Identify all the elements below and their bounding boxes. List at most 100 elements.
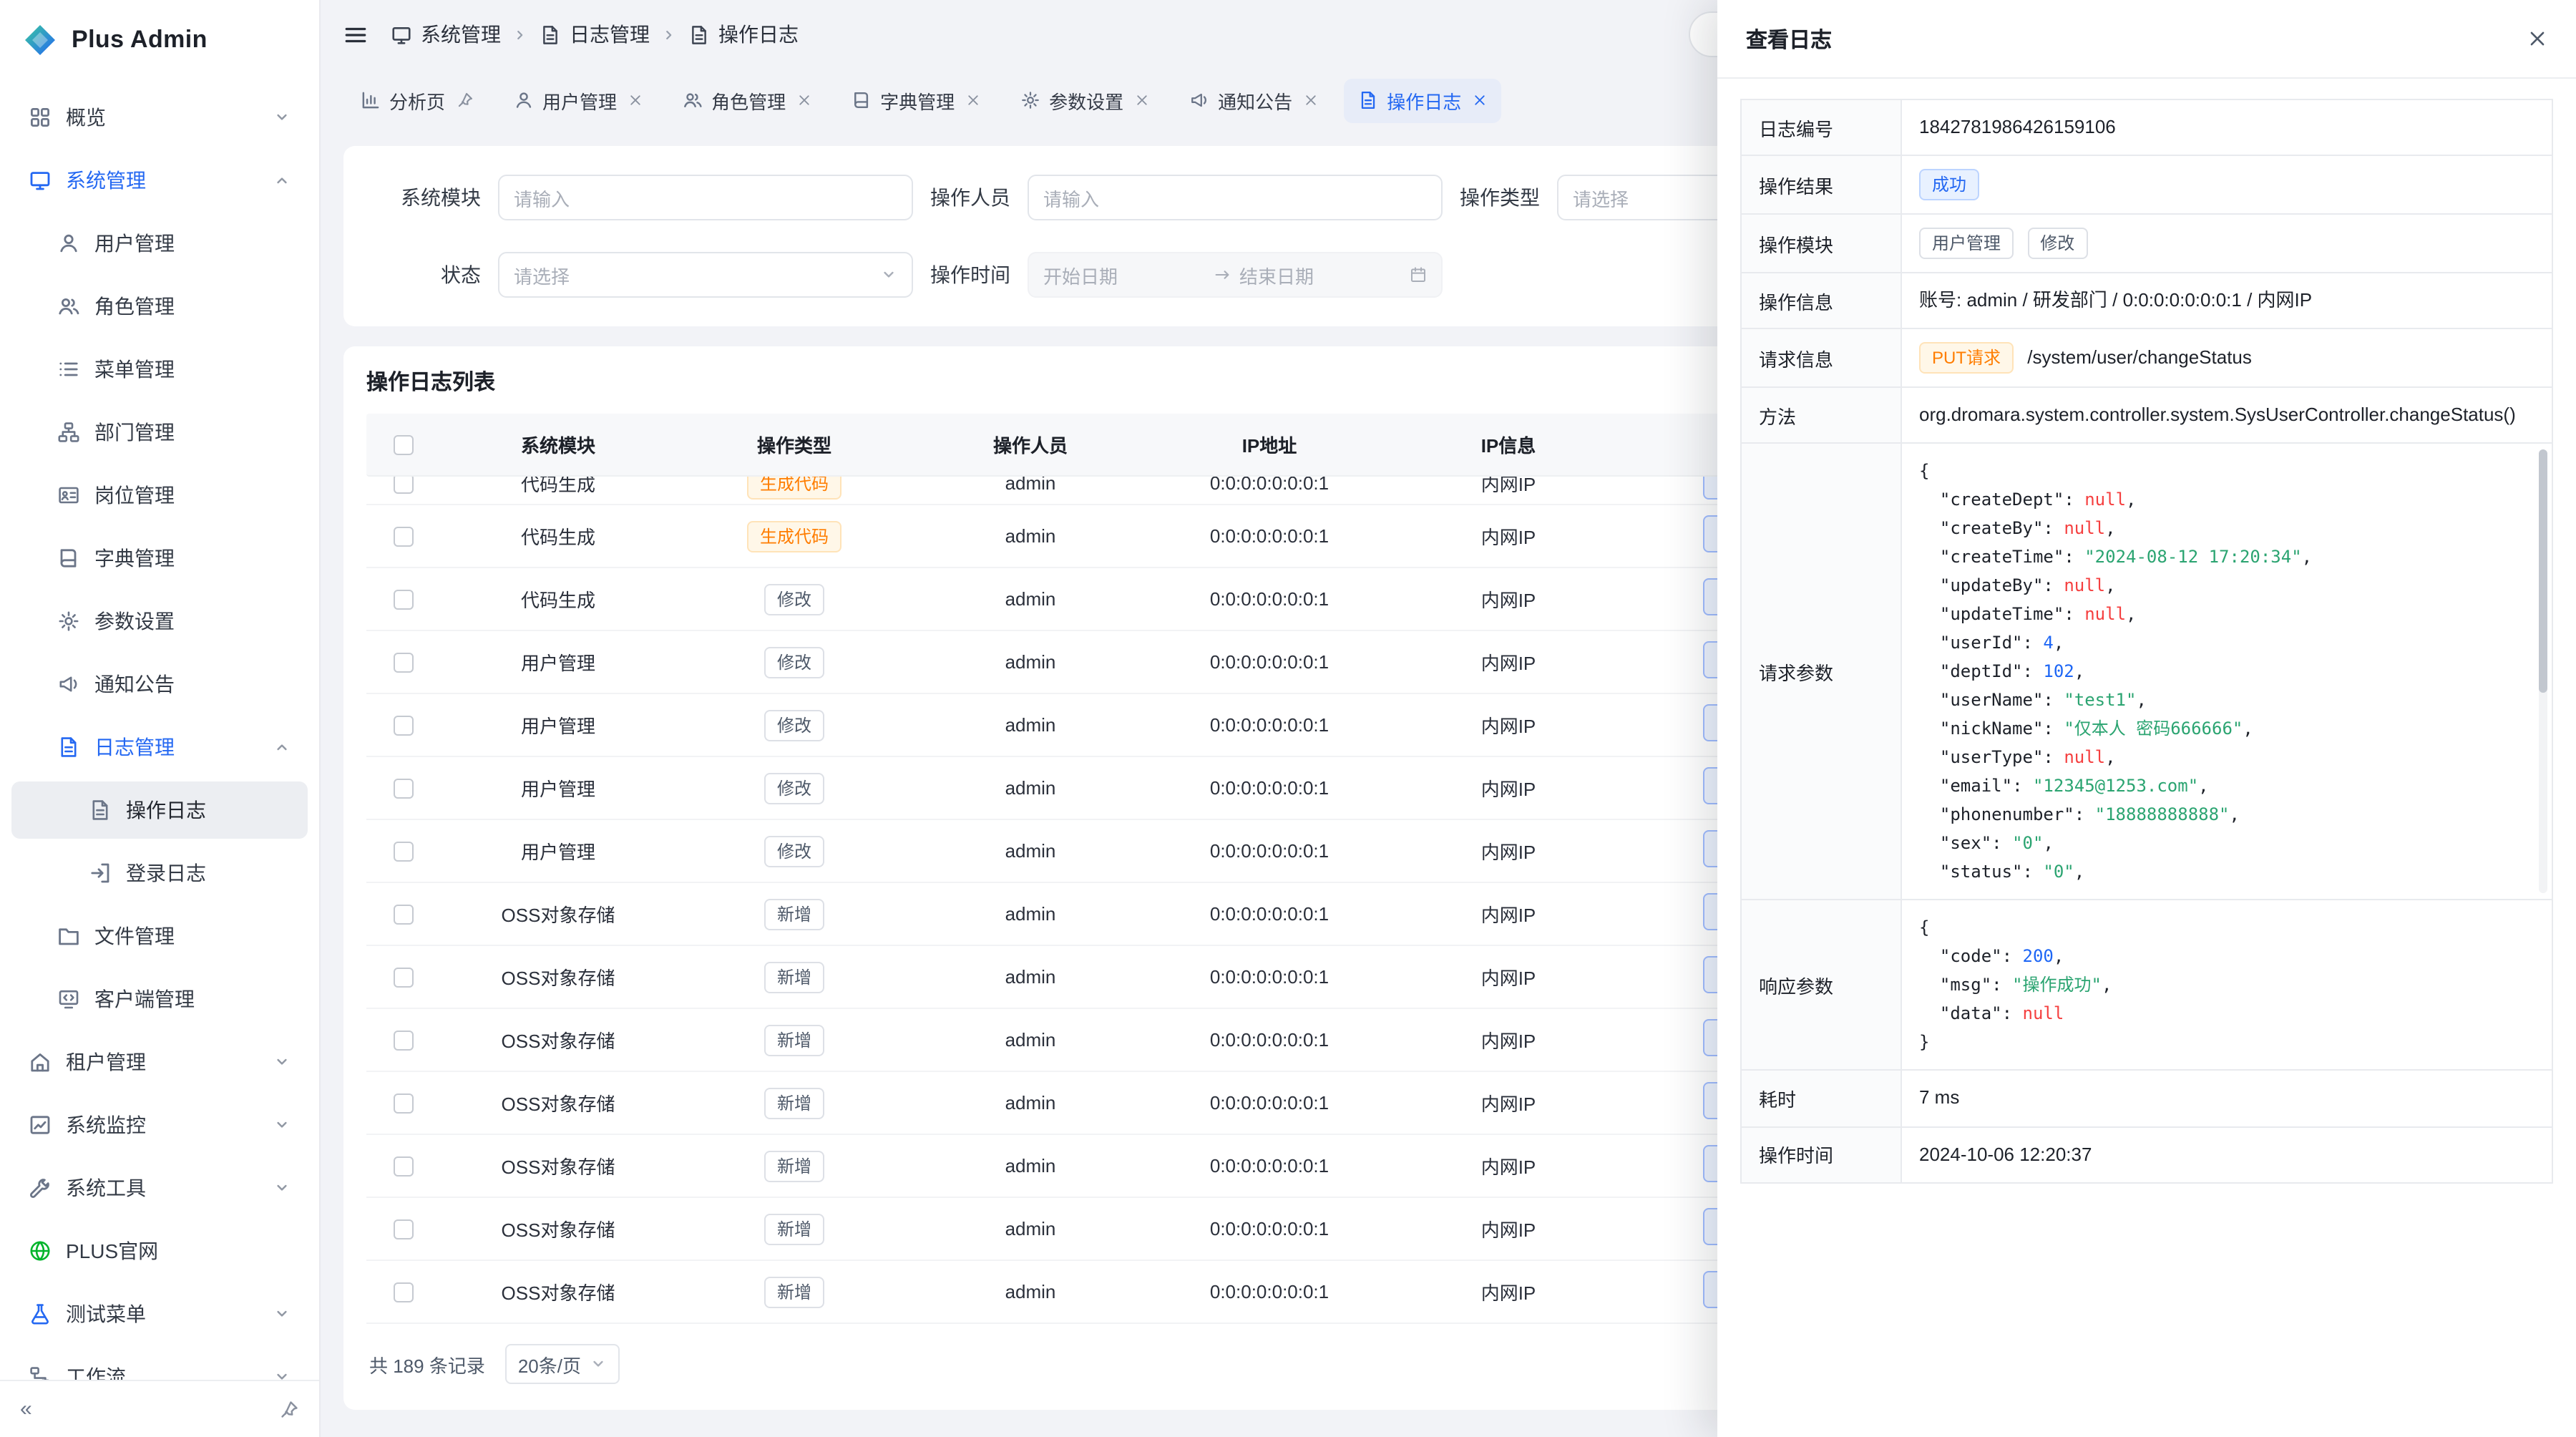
sidebar-item-log[interactable]: 日志管理	[11, 718, 308, 776]
folder-icon	[57, 925, 80, 948]
gauge-icon	[29, 1114, 52, 1136]
row-checkbox[interactable]	[394, 1094, 414, 1114]
page-size-select[interactable]: 20条/页	[505, 1344, 620, 1384]
book-icon	[852, 90, 872, 110]
filter-input-operator[interactable]: 请输入	[1028, 175, 1443, 220]
http-method-tag: PUT请求	[1919, 343, 2014, 374]
tab-user[interactable]: 用户管理	[499, 78, 657, 122]
row-checkbox[interactable]	[394, 527, 414, 547]
cell-module: 代码生成	[441, 585, 675, 613]
sidebar-item-plus-site[interactable]: PLUS官网	[11, 1222, 308, 1280]
collapse-sidebar-button[interactable]: «	[20, 1398, 32, 1420]
method-value: org.dromara.system.controller.system.Sys…	[1901, 388, 2552, 444]
close-tab-icon[interactable]	[797, 93, 811, 107]
client-icon	[57, 988, 80, 1010]
sidebar-item-tenant[interactable]: 租户管理	[11, 1033, 308, 1091]
filter-select-status[interactable]: 请选择	[498, 252, 913, 298]
cell-ip: 0:0:0:0:0:0:0:1	[1148, 651, 1391, 673]
sidebar: Plus Admin 概览 系统管理 用户管理 角色管理 菜单管理 部门管理 岗…	[0, 0, 321, 1437]
cell-operator: admin	[913, 588, 1148, 610]
row-checkbox[interactable]	[394, 842, 414, 862]
doc-icon	[89, 799, 112, 822]
breadcrumb: 系统管理 日志管理 操作日志	[391, 20, 799, 49]
close-tab-icon[interactable]	[1473, 93, 1487, 107]
row-checkbox[interactable]	[394, 968, 414, 988]
doc-icon	[57, 736, 80, 759]
sidebar-item-test[interactable]: 测试菜单	[11, 1285, 308, 1343]
operation-type-tag: 新增	[764, 1276, 824, 1307]
close-tab-icon[interactable]	[966, 93, 980, 107]
cell-operator: admin	[913, 714, 1148, 736]
tab-analysis[interactable]: 分析页	[346, 78, 488, 122]
breadcrumb-item-log[interactable]: 日志管理	[540, 20, 650, 49]
cell-ip: 0:0:0:0:0:0:0:1	[1148, 1092, 1391, 1114]
scrollbar-thumb[interactable]	[2539, 450, 2547, 693]
filter-field-time: 操作时间开始日期结束日期	[930, 252, 1443, 298]
cell-ip: 0:0:0:0:0:0:0:1	[1148, 525, 1391, 547]
cell-ip-info: 内网IP	[1391, 711, 1626, 739]
close-tab-icon[interactable]	[628, 93, 643, 107]
doc-icon	[540, 24, 561, 45]
row-checkbox[interactable]	[394, 779, 414, 799]
row-checkbox[interactable]	[394, 477, 414, 495]
cell-operator: admin	[913, 651, 1148, 673]
close-drawer-icon[interactable]	[2527, 29, 2547, 49]
sidebar-item-file[interactable]: 文件管理	[11, 907, 308, 965]
row-checkbox[interactable]	[394, 716, 414, 736]
breadcrumb-item-system[interactable]: 系统管理	[391, 20, 501, 49]
cell-module: OSS对象存储	[441, 1278, 675, 1305]
tab-notice[interactable]: 通知公告	[1175, 78, 1332, 122]
row-checkbox[interactable]	[394, 905, 414, 925]
row-checkbox[interactable]	[394, 590, 414, 610]
arrow-right-icon	[1214, 266, 1231, 283]
sidebar-item-tool[interactable]: 系统工具	[11, 1159, 308, 1217]
hamburger-menu-icon[interactable]	[343, 22, 368, 47]
sidebar-item-role[interactable]: 角色管理	[11, 278, 308, 335]
sidebar-item-system[interactable]: 系统管理	[11, 152, 308, 209]
cell-operator: admin	[913, 966, 1148, 988]
logo-icon	[23, 23, 57, 57]
response-params-label: 响应参数	[1741, 900, 1901, 1071]
tab-config[interactable]: 参数设置	[1006, 78, 1163, 122]
drawer-header: 查看日志	[1717, 0, 2576, 79]
tab-role[interactable]: 角色管理	[668, 78, 826, 122]
gear-icon	[57, 610, 80, 633]
row-checkbox[interactable]	[394, 1283, 414, 1303]
sidebar-item-notice[interactable]: 通知公告	[11, 656, 308, 713]
tool-icon	[29, 1177, 52, 1199]
users-icon	[683, 90, 703, 110]
login-icon	[89, 862, 112, 885]
row-checkbox[interactable]	[394, 1220, 414, 1240]
cell-ip-info: 内网IP	[1391, 648, 1626, 676]
sidebar-item-workflow[interactable]: 工作流	[11, 1348, 308, 1380]
tab-operlog[interactable]: 操作日志	[1344, 78, 1501, 122]
tab-dict[interactable]: 字典管理	[837, 78, 995, 122]
breadcrumb-item-operlog[interactable]: 操作日志	[688, 20, 799, 49]
sidebar-item-dept[interactable]: 部门管理	[11, 404, 308, 461]
sidebar-item-menu[interactable]: 菜单管理	[11, 341, 308, 398]
request-label: 请求信息	[1741, 329, 1901, 388]
sidebar-item-post[interactable]: 岗位管理	[11, 467, 308, 524]
sidebar-item-config[interactable]: 参数设置	[11, 593, 308, 650]
row-checkbox[interactable]	[394, 653, 414, 673]
pin-sidebar-icon[interactable]	[279, 1399, 299, 1419]
sidebar-item-dict[interactable]: 字典管理	[11, 530, 308, 587]
select-all-checkbox[interactable]	[394, 436, 414, 456]
sidebar-item-monitor[interactable]: 系统监控	[11, 1096, 308, 1154]
cell-ip-info: 内网IP	[1391, 477, 1626, 497]
sidebar-item-user[interactable]: 用户管理	[11, 215, 308, 272]
pin-tab-icon[interactable]	[457, 92, 474, 109]
sidebar-item-overview[interactable]: 概览	[11, 89, 308, 146]
close-tab-icon[interactable]	[1304, 93, 1318, 107]
filter-input-module[interactable]: 请输入	[498, 175, 913, 220]
sidebar-item-logininfor[interactable]: 登录日志	[11, 844, 308, 902]
row-checkbox[interactable]	[394, 1031, 414, 1051]
filter-daterange-time[interactable]: 开始日期结束日期	[1028, 252, 1443, 298]
close-tab-icon[interactable]	[1135, 93, 1149, 107]
sidebar-item-client[interactable]: 客户端管理	[11, 970, 308, 1028]
sidebar-item-operlog[interactable]: 操作日志	[11, 781, 308, 839]
cell-module: OSS对象存储	[441, 900, 675, 927]
row-checkbox[interactable]	[394, 1157, 414, 1177]
column-header: 系统模块	[441, 431, 675, 458]
sidebar-footer: «	[0, 1380, 319, 1437]
